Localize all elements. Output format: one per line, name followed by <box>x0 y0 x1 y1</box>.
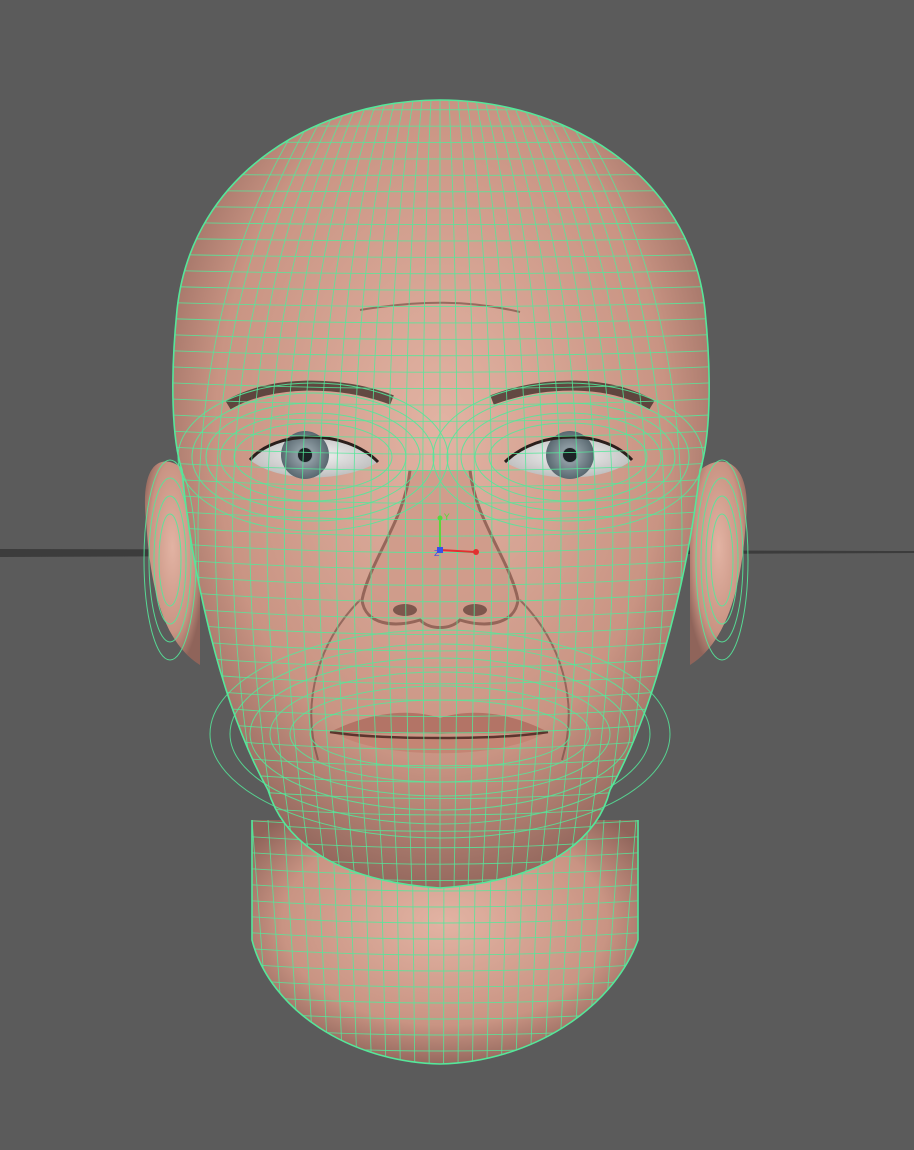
head-mesh[interactable] <box>143 99 749 1070</box>
y-axis-tip[interactable] <box>437 515 443 521</box>
x-axis-tip[interactable] <box>473 549 479 555</box>
left-nostril <box>393 604 417 616</box>
3d-viewport[interactable]: Y Z <box>0 0 914 1150</box>
viewport-canvas[interactable]: Y Z <box>0 0 914 1150</box>
y-axis-label: Y <box>443 513 450 523</box>
z-axis-label: Z <box>434 549 440 558</box>
right-nostril <box>463 604 487 616</box>
